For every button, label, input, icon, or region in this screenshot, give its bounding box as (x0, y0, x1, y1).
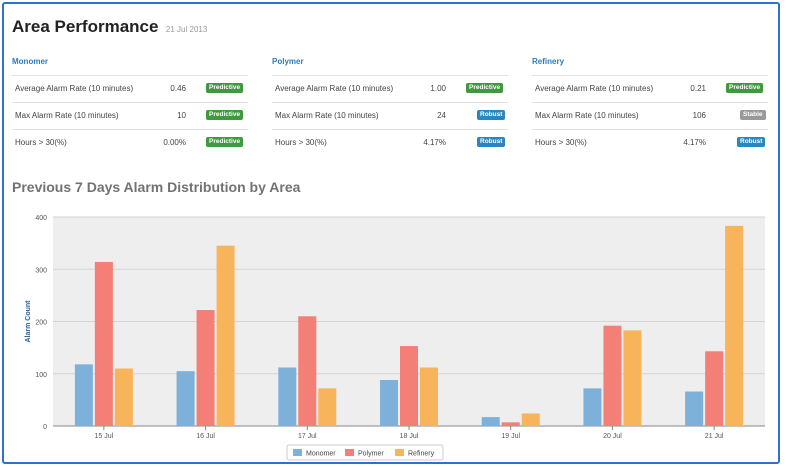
y-tick-label: 200 (35, 320, 47, 327)
y-tick-label: 300 (35, 267, 47, 274)
metric-label: Max Alarm Rate (10 minutes) (275, 111, 379, 120)
bar-refinery (114, 368, 133, 426)
status-badge: Predictive (206, 83, 244, 93)
metric-value: 106 (692, 111, 706, 120)
y-axis-label: Alarm Count (25, 300, 32, 343)
area-panel-refinery: Refinery Average Alarm Rate (10 minutes)… (532, 55, 768, 156)
metric-row: Average Alarm Rate (10 minutes) 1.00 Pre… (272, 75, 508, 102)
bar-monomer (278, 367, 297, 426)
bar-polymer (196, 310, 215, 426)
metric-row: Hours > 30(%) 4.17% Robust (272, 129, 508, 156)
metric-row: Average Alarm Rate (10 minutes) 0.21 Pre… (532, 75, 768, 102)
bar-polymer (94, 261, 113, 426)
status-badge: Predictive (206, 137, 244, 147)
legend-swatch-refinery (395, 449, 404, 456)
metric-label: Average Alarm Rate (10 minutes) (535, 84, 654, 93)
metric-label: Max Alarm Rate (10 minutes) (535, 111, 639, 120)
y-tick-label: 100 (35, 372, 47, 379)
bar-monomer (685, 391, 704, 426)
legend-label-monomer: Monomer (306, 451, 336, 458)
x-tick-label: 20 Jul (603, 433, 622, 440)
page-title: Area Performance (12, 17, 159, 36)
x-tick-label: 21 Jul (705, 433, 724, 440)
bar-refinery (318, 388, 337, 426)
metric-row: Hours > 30(%) 4.17% Robust (532, 129, 768, 156)
metric-value: 4.17% (423, 138, 446, 147)
area-title-refinery[interactable]: Refinery (532, 55, 768, 69)
bar-polymer (501, 422, 520, 426)
metric-label: Hours > 30(%) (275, 138, 327, 147)
metric-row: Max Alarm Rate (10 minutes) 24 Robust (272, 102, 508, 129)
bar-polymer (298, 316, 317, 426)
bar-refinery (216, 245, 235, 426)
legend-swatch-polymer (345, 449, 354, 456)
status-badge: Robust (477, 137, 506, 147)
bar-monomer (74, 364, 93, 426)
page-header: Area Performance 21 Jul 2013 (12, 17, 207, 37)
legend-swatch-monomer (293, 449, 302, 456)
status-badge: Predictive (206, 110, 244, 120)
metric-value: 0.00% (163, 138, 186, 147)
x-tick-label: 19 Jul (501, 433, 520, 440)
metric-value: 0.46 (170, 84, 186, 93)
bar-refinery (623, 330, 642, 426)
metric-label: Average Alarm Rate (10 minutes) (15, 84, 134, 93)
legend-label-polymer: Polymer (358, 451, 384, 458)
metric-row: Max Alarm Rate (10 minutes) 106 Stable (532, 102, 768, 129)
x-tick-label: 17 Jul (298, 433, 317, 440)
x-tick-label: 15 Jul (95, 433, 114, 440)
status-badge: Predictive (726, 83, 764, 93)
bar-refinery (521, 413, 540, 426)
bar-monomer (583, 388, 602, 426)
status-badge: Stable (740, 110, 766, 120)
metric-label: Hours > 30(%) (535, 138, 587, 147)
bar-polymer (705, 351, 724, 426)
y-tick-label: 0 (43, 424, 47, 431)
bar-monomer (176, 371, 195, 426)
metric-row: Average Alarm Rate (10 minutes) 0.46 Pre… (12, 75, 248, 102)
area-panel-monomer: Monomer Average Alarm Rate (10 minutes) … (12, 55, 248, 156)
metric-label: Max Alarm Rate (10 minutes) (15, 111, 119, 120)
x-tick-label: 18 Jul (400, 433, 419, 440)
bar-monomer (481, 417, 500, 426)
chart-title: Previous 7 Days Alarm Distribution by Ar… (12, 179, 301, 195)
bar-refinery (420, 367, 438, 426)
x-tick-label: 16 Jul (196, 433, 215, 440)
status-badge: Predictive (466, 83, 504, 93)
page-date: 21 Jul 2013 (165, 25, 208, 34)
metric-row: Max Alarm Rate (10 minutes) 10 Predictiv… (12, 102, 248, 129)
metric-label: Average Alarm Rate (10 minutes) (275, 84, 394, 93)
alarm-distribution-chart: 0 100 200 300 400 Alarm Count 15 Jul 16 Jul 17 J… (25, 215, 765, 461)
y-tick-label: 400 (35, 215, 47, 222)
metric-value: 0.21 (690, 84, 706, 93)
area-panel-polymer: Polymer Average Alarm Rate (10 minutes) … (272, 55, 508, 156)
bar-monomer (380, 380, 398, 426)
bar-refinery (725, 225, 744, 426)
bar-polymer (400, 346, 418, 426)
metric-value: 4.17% (683, 138, 706, 147)
area-title-polymer[interactable]: Polymer (272, 55, 508, 69)
metric-row: Hours > 30(%) 0.00% Predictive (12, 129, 248, 156)
status-badge: Robust (737, 137, 766, 147)
legend-label-refinery: Refinery (408, 451, 435, 458)
metric-value: 1.00 (430, 84, 446, 93)
area-title-monomer[interactable]: Monomer (12, 55, 248, 69)
bar-polymer (603, 325, 622, 426)
status-badge: Robust (477, 110, 506, 120)
metric-label: Hours > 30(%) (15, 138, 67, 147)
metric-value: 24 (437, 111, 446, 120)
metric-value: 10 (177, 111, 186, 120)
